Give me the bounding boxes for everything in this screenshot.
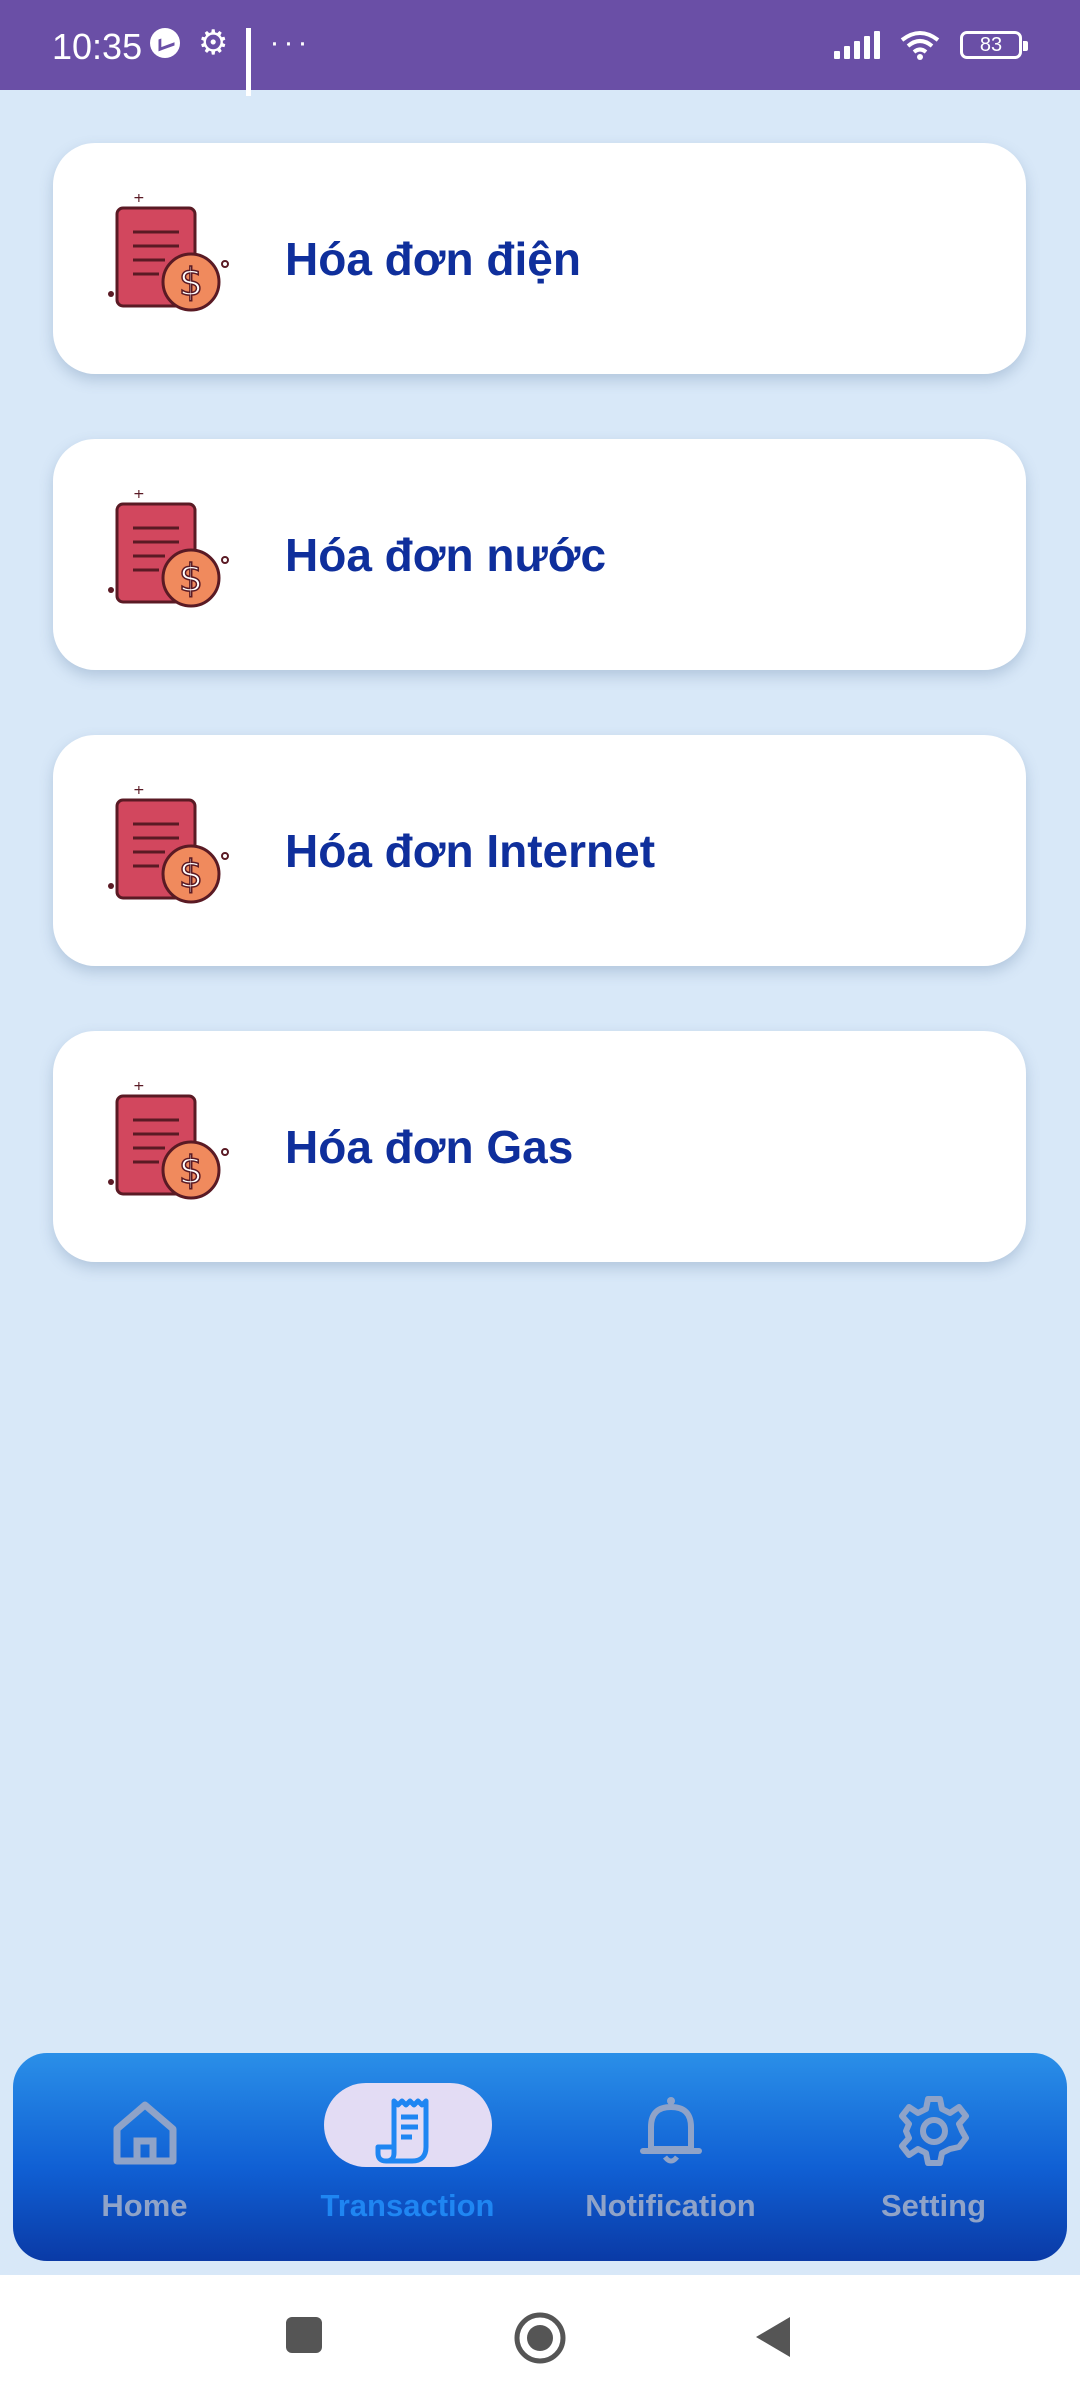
home-icon xyxy=(113,2101,176,2165)
svg-text:+: + xyxy=(133,786,145,798)
nav-notification-label: Notification xyxy=(585,2188,756,2223)
svg-text:$: $ xyxy=(179,852,203,896)
svg-text:$: $ xyxy=(179,1148,203,1192)
system-nav-bar xyxy=(0,2275,1080,2400)
bill-card-electricity[interactable]: $ + Hóa đơn điện xyxy=(53,143,1026,374)
nav-setting[interactable]: Setting xyxy=(802,2053,1065,2261)
signal-icon xyxy=(834,31,880,59)
nav-notification[interactable]: Notification xyxy=(539,2053,802,2261)
bill-dollar-icon: $ + xyxy=(108,1082,229,1199)
status-bar: 10:35 ⚙ ··· 83 xyxy=(0,0,1080,96)
nav-setting-label: Setting xyxy=(880,2188,987,2223)
svg-text:+: + xyxy=(133,490,145,502)
status-time: 10:35 xyxy=(52,26,143,67)
svg-text:+: + xyxy=(133,1082,145,1094)
gear-icon: ⚙ xyxy=(198,24,229,62)
status-left-icons: ⚙ ··· xyxy=(150,24,312,96)
bill-dollar-icon: $ + xyxy=(108,786,229,903)
bottom-nav: Home Transaction Notification Setting xyxy=(13,2053,1067,2261)
bars-icon xyxy=(246,28,252,96)
messenger-icon xyxy=(150,28,180,58)
nav-transaction[interactable]: Transaction xyxy=(276,2053,539,2261)
nav-home[interactable]: Home xyxy=(13,2053,276,2261)
status-right-icons: 83 xyxy=(834,30,1028,60)
nav-transaction-label: Transaction xyxy=(320,2188,495,2223)
svg-text:$: $ xyxy=(179,556,203,600)
more-dots-icon: ··· xyxy=(269,26,312,59)
home-circle-icon[interactable] xyxy=(513,2311,567,2365)
bill-list: $ + Hóa đơn điện $ + Hóa đơn nước $ + Hó… xyxy=(53,143,1026,1327)
bill-label: Hóa đơn điện xyxy=(285,232,581,285)
battery-icon: 83 xyxy=(960,31,1028,59)
bill-dollar-icon: $ + xyxy=(108,194,229,311)
bill-label: Hóa đơn Gas xyxy=(285,1120,574,1173)
bell-icon xyxy=(639,2097,702,2164)
bill-label: Hóa đơn Internet xyxy=(285,824,656,877)
nav-home-label: Home xyxy=(101,2188,188,2223)
recent-apps-icon[interactable] xyxy=(284,2315,324,2355)
bill-dollar-icon: $ + xyxy=(108,490,229,607)
bill-label: Hóa đơn nước xyxy=(285,528,607,581)
back-triangle-icon[interactable] xyxy=(752,2315,792,2359)
gear-icon xyxy=(898,2096,969,2166)
bill-card-gas[interactable]: $ + Hóa đơn Gas xyxy=(53,1031,1026,1262)
wifi-icon xyxy=(900,30,940,60)
bill-card-internet[interactable]: $ + Hóa đơn Internet xyxy=(53,735,1026,966)
svg-text:+: + xyxy=(133,194,145,206)
svg-text:$: $ xyxy=(179,260,203,304)
receipt-icon xyxy=(375,2098,428,2164)
bill-card-water[interactable]: $ + Hóa đơn nước xyxy=(53,439,1026,670)
